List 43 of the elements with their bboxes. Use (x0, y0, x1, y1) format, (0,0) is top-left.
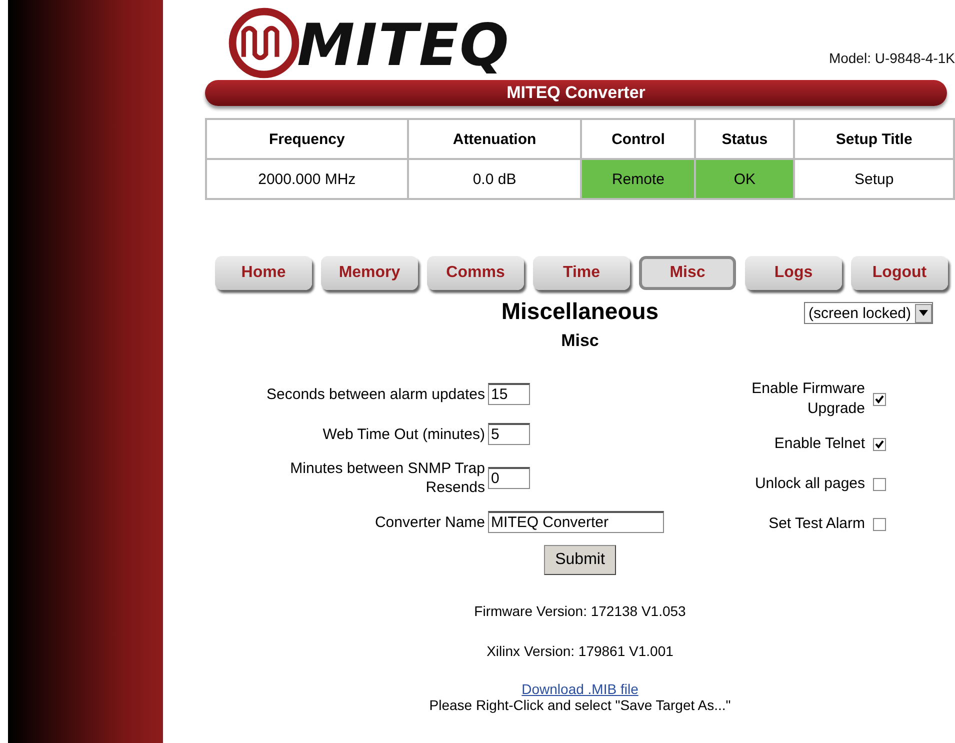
nav-tab[interactable]: Logout (851, 256, 948, 290)
lock-dropdown[interactable]: (screen locked) (804, 302, 933, 324)
input-field[interactable]: 0 (488, 467, 530, 489)
nav-tab[interactable]: Time (533, 256, 630, 290)
download-link[interactable]: Download .MIB file (522, 681, 638, 697)
xilinx-version: Xilinx Version: 179861 V1.001 (486, 643, 674, 659)
firmware-version: Firmware Version: 172138 V1.053 (474, 603, 686, 619)
model-label: Model: U-9848-4-1K (828, 50, 955, 66)
checkbox[interactable] (873, 438, 886, 450)
caret-icon (919, 310, 928, 316)
table-cell: Setup (794, 159, 954, 199)
nav-tab[interactable]: Home (215, 256, 312, 290)
column-header: Frequency (206, 119, 408, 159)
title-banner: MITEQ Converter (205, 80, 947, 106)
nav-tab[interactable]: Logs (745, 256, 842, 290)
option-label: Unlock all pages (754, 474, 865, 494)
table-cell: Remote (581, 159, 696, 199)
nav-tab[interactable]: Misc (639, 256, 736, 290)
option-label: Enable Telnet (773, 434, 865, 454)
field-label: Converter Name (374, 512, 485, 532)
nav-tab[interactable]: Comms (427, 256, 524, 290)
input-field[interactable]: MITEQ Converter (488, 511, 664, 533)
table-cell: 0.0 dB (408, 159, 582, 199)
checkbox[interactable] (873, 392, 886, 406)
option-label: Set Test Alarm (768, 514, 865, 534)
page-subtitle: Misc (560, 331, 600, 351)
download-note: Please Right-Click and select "Save Target As..." (429, 697, 731, 713)
field-label: Web Time Out (minutes) (322, 424, 485, 444)
table-cell: OK (695, 159, 794, 199)
input-field[interactable]: 5 (488, 423, 530, 445)
checkbox[interactable] (873, 518, 886, 530)
table-cell: 2000.000 MHz (206, 159, 408, 199)
page-title: Miscellaneous (501, 298, 659, 325)
checkbox[interactable] (873, 478, 886, 490)
column-header: Attenuation (408, 119, 582, 159)
logo-wordmark: MITEQ (297, 16, 510, 74)
field-label: Minutes between SNMP Trap Resends (289, 459, 485, 497)
nav-tab[interactable]: Memory (321, 256, 418, 290)
input-field[interactable]: 15 (488, 383, 530, 405)
field-label: Seconds between alarm updates (266, 384, 485, 404)
column-header: Setup Title (794, 119, 954, 159)
option-label: Enable Firmware Upgrade (750, 379, 865, 419)
submit-button[interactable]: Submit (544, 545, 616, 575)
